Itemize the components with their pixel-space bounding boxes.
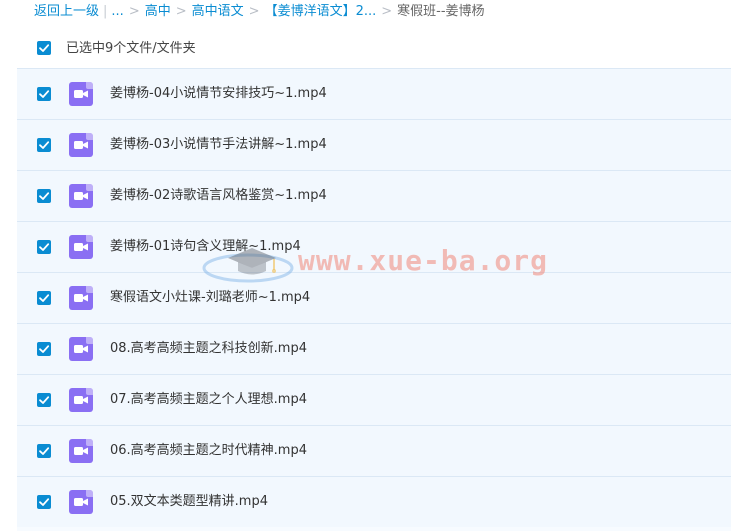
row-checkbox[interactable]	[37, 240, 51, 254]
row-checkbox[interactable]	[37, 342, 51, 356]
file-row[interactable]: 姜博杨-01诗句含义理解~1.mp4	[17, 221, 731, 272]
video-file-icon	[69, 388, 93, 412]
checkbox-checked-icon	[39, 498, 50, 506]
back-link[interactable]: 返回上一级	[34, 4, 99, 19]
breadcrumb-item-course-folder[interactable]: 【姜博洋语文】2...	[265, 4, 377, 19]
row-checkbox[interactable]	[37, 393, 51, 407]
checkbox-checked-icon	[39, 294, 50, 302]
file-row[interactable]: 06.高考高频主题之时代精神.mp4	[17, 425, 731, 476]
breadcrumb-item-gaozhong[interactable]: 高中	[145, 4, 171, 19]
file-row[interactable]: 07.高考高频主题之个人理想.mp4	[17, 374, 731, 425]
checkbox-checked-icon	[39, 44, 50, 52]
checkbox-checked-icon	[39, 192, 50, 200]
file-name[interactable]: 寒假语文小灶课-刘璐老师~1.mp4	[110, 288, 310, 308]
video-file-icon	[69, 286, 93, 310]
file-name[interactable]: 姜博杨-04小说情节安排技巧~1.mp4	[110, 84, 327, 104]
file-row[interactable]: 姜博杨-04小说情节安排技巧~1.mp4	[17, 68, 731, 119]
checkbox-checked-icon	[39, 396, 50, 404]
breadcrumb-ellipsis[interactable]: ...	[111, 4, 123, 19]
file-row[interactable]: 寒假语文小灶课-刘璐老师~1.mp4	[17, 272, 731, 323]
row-checkbox[interactable]	[37, 495, 51, 509]
breadcrumb-separator: >	[175, 4, 187, 19]
file-name[interactable]: 07.高考高频主题之个人理想.mp4	[110, 390, 307, 410]
breadcrumb-separator: >	[248, 4, 260, 19]
breadcrumb-divider: |	[103, 4, 108, 19]
video-file-icon	[69, 490, 93, 514]
selection-count-label: 已选中9个文件/文件夹	[66, 41, 196, 56]
row-checkbox[interactable]	[37, 189, 51, 203]
video-file-icon	[69, 235, 93, 259]
file-list: 姜博杨-04小说情节安排技巧~1.mp4 姜博杨-03小说情节手法讲解~1.mp…	[17, 68, 731, 531]
row-checkbox[interactable]	[37, 291, 51, 305]
video-file-icon	[69, 133, 93, 157]
selection-bar: 已选中9个文件/文件夹	[0, 30, 731, 68]
breadcrumb-current: 寒假班--姜博杨	[397, 4, 485, 19]
video-file-icon	[69, 82, 93, 106]
file-name[interactable]: 姜博杨-01诗句含义理解~1.mp4	[110, 237, 301, 257]
file-row[interactable]: 姜博杨-02诗歌语言风格鉴赏~1.mp4	[17, 170, 731, 221]
file-row[interactable]: 05.双文本类题型精讲.mp4	[17, 476, 731, 527]
video-file-icon	[69, 184, 93, 208]
file-name[interactable]: 姜博杨-03小说情节手法讲解~1.mp4	[110, 135, 327, 155]
row-checkbox[interactable]	[37, 87, 51, 101]
row-checkbox[interactable]	[37, 138, 51, 152]
breadcrumb-item-gaozhong-yuwen[interactable]: 高中语文	[192, 4, 244, 19]
checkbox-checked-icon	[39, 141, 50, 149]
checkbox-checked-icon	[39, 90, 50, 98]
select-all-checkbox[interactable]	[37, 41, 51, 55]
file-name[interactable]: 06.高考高频主题之时代精神.mp4	[110, 441, 307, 461]
row-checkbox[interactable]	[37, 444, 51, 458]
file-row[interactable]: 姜博杨-03小说情节手法讲解~1.mp4	[17, 119, 731, 170]
checkbox-checked-icon	[39, 243, 50, 251]
video-file-icon	[69, 439, 93, 463]
checkbox-checked-icon	[39, 447, 50, 455]
file-name[interactable]: 姜博杨-02诗歌语言风格鉴赏~1.mp4	[110, 186, 327, 206]
file-row[interactable]: 08.高考高频主题之科技创新.mp4	[17, 323, 731, 374]
file-name[interactable]: 08.高考高频主题之科技创新.mp4	[110, 339, 307, 359]
video-file-icon	[69, 337, 93, 361]
breadcrumb: 返回上一级 |... > 高中 > 高中语文 > 【姜博洋语文】2... > 寒假班--姜博杨	[34, 0, 485, 24]
breadcrumb-separator: >	[128, 4, 140, 19]
breadcrumb-separator: >	[381, 4, 393, 19]
file-name[interactable]: 05.双文本类题型精讲.mp4	[110, 492, 268, 512]
checkbox-checked-icon	[39, 345, 50, 353]
